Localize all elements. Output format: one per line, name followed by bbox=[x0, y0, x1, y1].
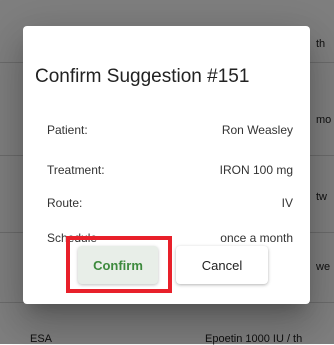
patient-label: Patient: bbox=[47, 123, 88, 137]
confirm-button[interactable]: Confirm bbox=[78, 246, 158, 284]
patient-value: Ron Weasley bbox=[221, 123, 293, 137]
treatment-label: Treatment: bbox=[47, 163, 105, 177]
cancel-button[interactable]: Cancel bbox=[176, 246, 268, 284]
patient-row: Patient: Ron Weasley bbox=[47, 123, 293, 141]
treatment-value: IRON 100 mg bbox=[219, 163, 293, 177]
route-value: IV bbox=[281, 196, 293, 210]
dialog-title: Confirm Suggestion #151 bbox=[35, 66, 250, 87]
treatment-row: Treatment: IRON 100 mg bbox=[47, 163, 293, 181]
schedule-label: Schedule bbox=[47, 231, 98, 245]
route-label: Route: bbox=[47, 196, 83, 210]
route-row: Route: IV bbox=[47, 196, 293, 214]
schedule-value: once a month bbox=[220, 231, 293, 245]
